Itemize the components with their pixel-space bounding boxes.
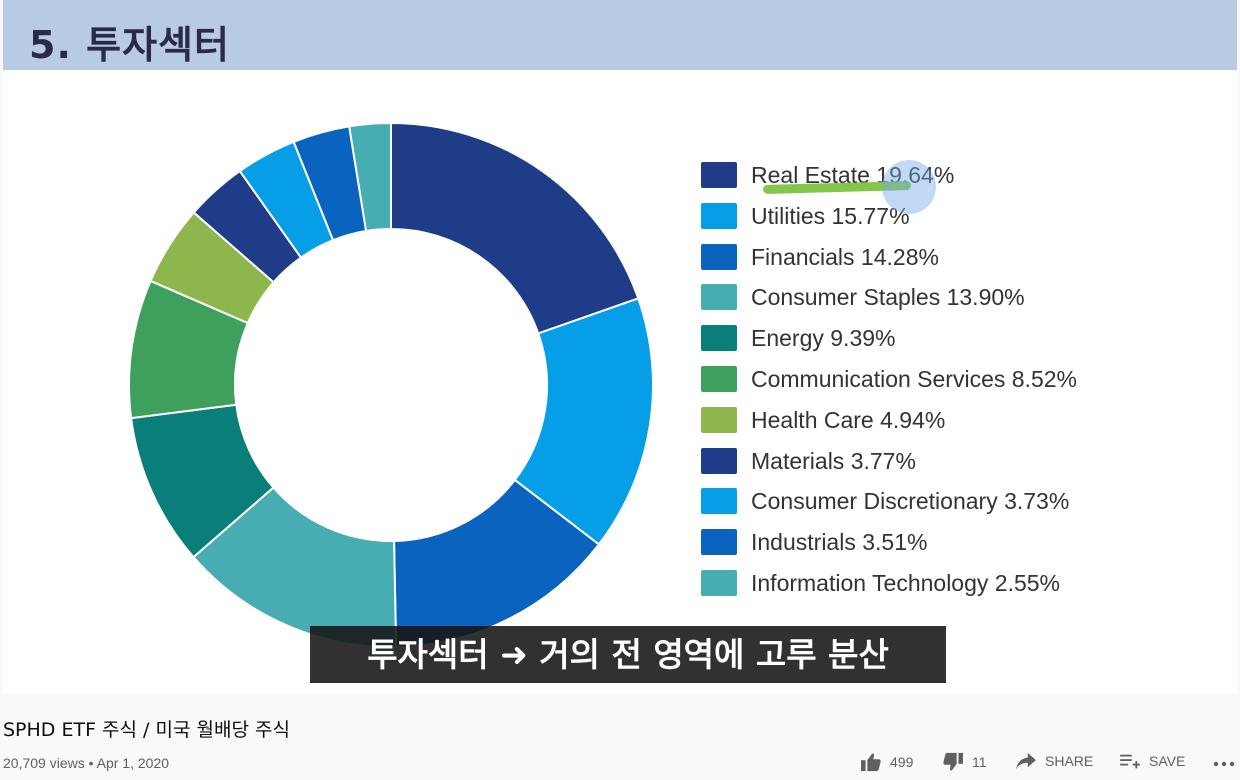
legend-swatch	[701, 325, 737, 352]
legend-swatch	[701, 162, 737, 188]
legend-label: Communication Services 8.52%	[751, 366, 1077, 392]
like-button[interactable]: 499	[860, 752, 913, 772]
legend-label: Health Care 4.94%	[751, 406, 946, 433]
legend-item: Health Care 4.94%	[701, 405, 1121, 433]
legend-item: Information Technology 2.55%	[701, 568, 1121, 596]
video-title: SPHD ETF 주식 / 미국 월배당 주식	[3, 719, 290, 741]
legend-item: Energy 9.39%	[701, 323, 1121, 352]
save-button[interactable]: SAVE	[1119, 752, 1185, 770]
legend-label: Utilities 15.77%	[751, 202, 910, 229]
legend-label: Materials 3.77%	[751, 447, 916, 474]
legend-swatch	[701, 243, 737, 270]
dislike-count: 11	[972, 754, 987, 770]
action-bar: 499 11 SHARE SAVE	[0, 752, 1240, 780]
save-label: SAVE	[1149, 753, 1186, 769]
legend-item: Consumer Discretionary 3.73%	[701, 486, 1121, 515]
dislike-button[interactable]: 11	[942, 752, 987, 772]
legend-label: Industrials 3.51%	[751, 529, 928, 556]
cursor-highlight	[882, 160, 936, 214]
legend-item: Consumer Staples 13.90%	[701, 282, 1121, 311]
slide-title: 5. 투자섹터	[29, 23, 230, 67]
legend-item: Communication Services 8.52%	[701, 364, 1121, 392]
video-player[interactable]: 5. 투자섹터 Real Estate 19.64% Utilities 15.7…	[3, 0, 1237, 693]
legend-swatch	[701, 447, 737, 474]
more-actions-button[interactable]	[1212, 752, 1240, 770]
like-count: 499	[890, 754, 914, 770]
legend-label: Financials 14.28%	[751, 243, 939, 270]
legend-swatch	[701, 570, 737, 596]
legend-swatch	[701, 202, 737, 229]
caption-subtitle: 투자섹터 ➜ 거의 전 영역에 고루 분산	[310, 626, 946, 683]
more-dots-icon	[1213, 761, 1235, 767]
legend-swatch	[701, 366, 737, 392]
legend-swatch	[701, 488, 737, 515]
donut-slice-real-estate	[390, 121, 640, 335]
donut-chart	[128, 121, 654, 648]
legend-label: Information Technology 2.55%	[751, 570, 1060, 596]
legend-swatch	[701, 284, 737, 311]
legend-swatch	[701, 406, 737, 433]
legend-item: Financials 14.28%	[701, 242, 1121, 270]
share-button[interactable]: SHARE	[1015, 752, 1093, 770]
slide-header: 5. 투자섹터	[3, 0, 1237, 70]
legend-label: Consumer Staples 13.90%	[751, 284, 1025, 311]
share-arrow-icon	[1016, 752, 1036, 770]
thumbs-down-icon	[943, 752, 963, 771]
playlist-add-icon	[1120, 754, 1140, 769]
legend-label: Energy 9.39%	[751, 325, 896, 352]
legend-swatch	[701, 529, 737, 556]
legend-label: Consumer Discretionary 3.73%	[751, 488, 1070, 515]
thumbs-up-icon	[861, 753, 881, 772]
share-label: SHARE	[1045, 753, 1094, 769]
legend-item: Industrials 3.51%	[701, 527, 1121, 556]
legend-item: Materials 3.77%	[701, 446, 1121, 474]
